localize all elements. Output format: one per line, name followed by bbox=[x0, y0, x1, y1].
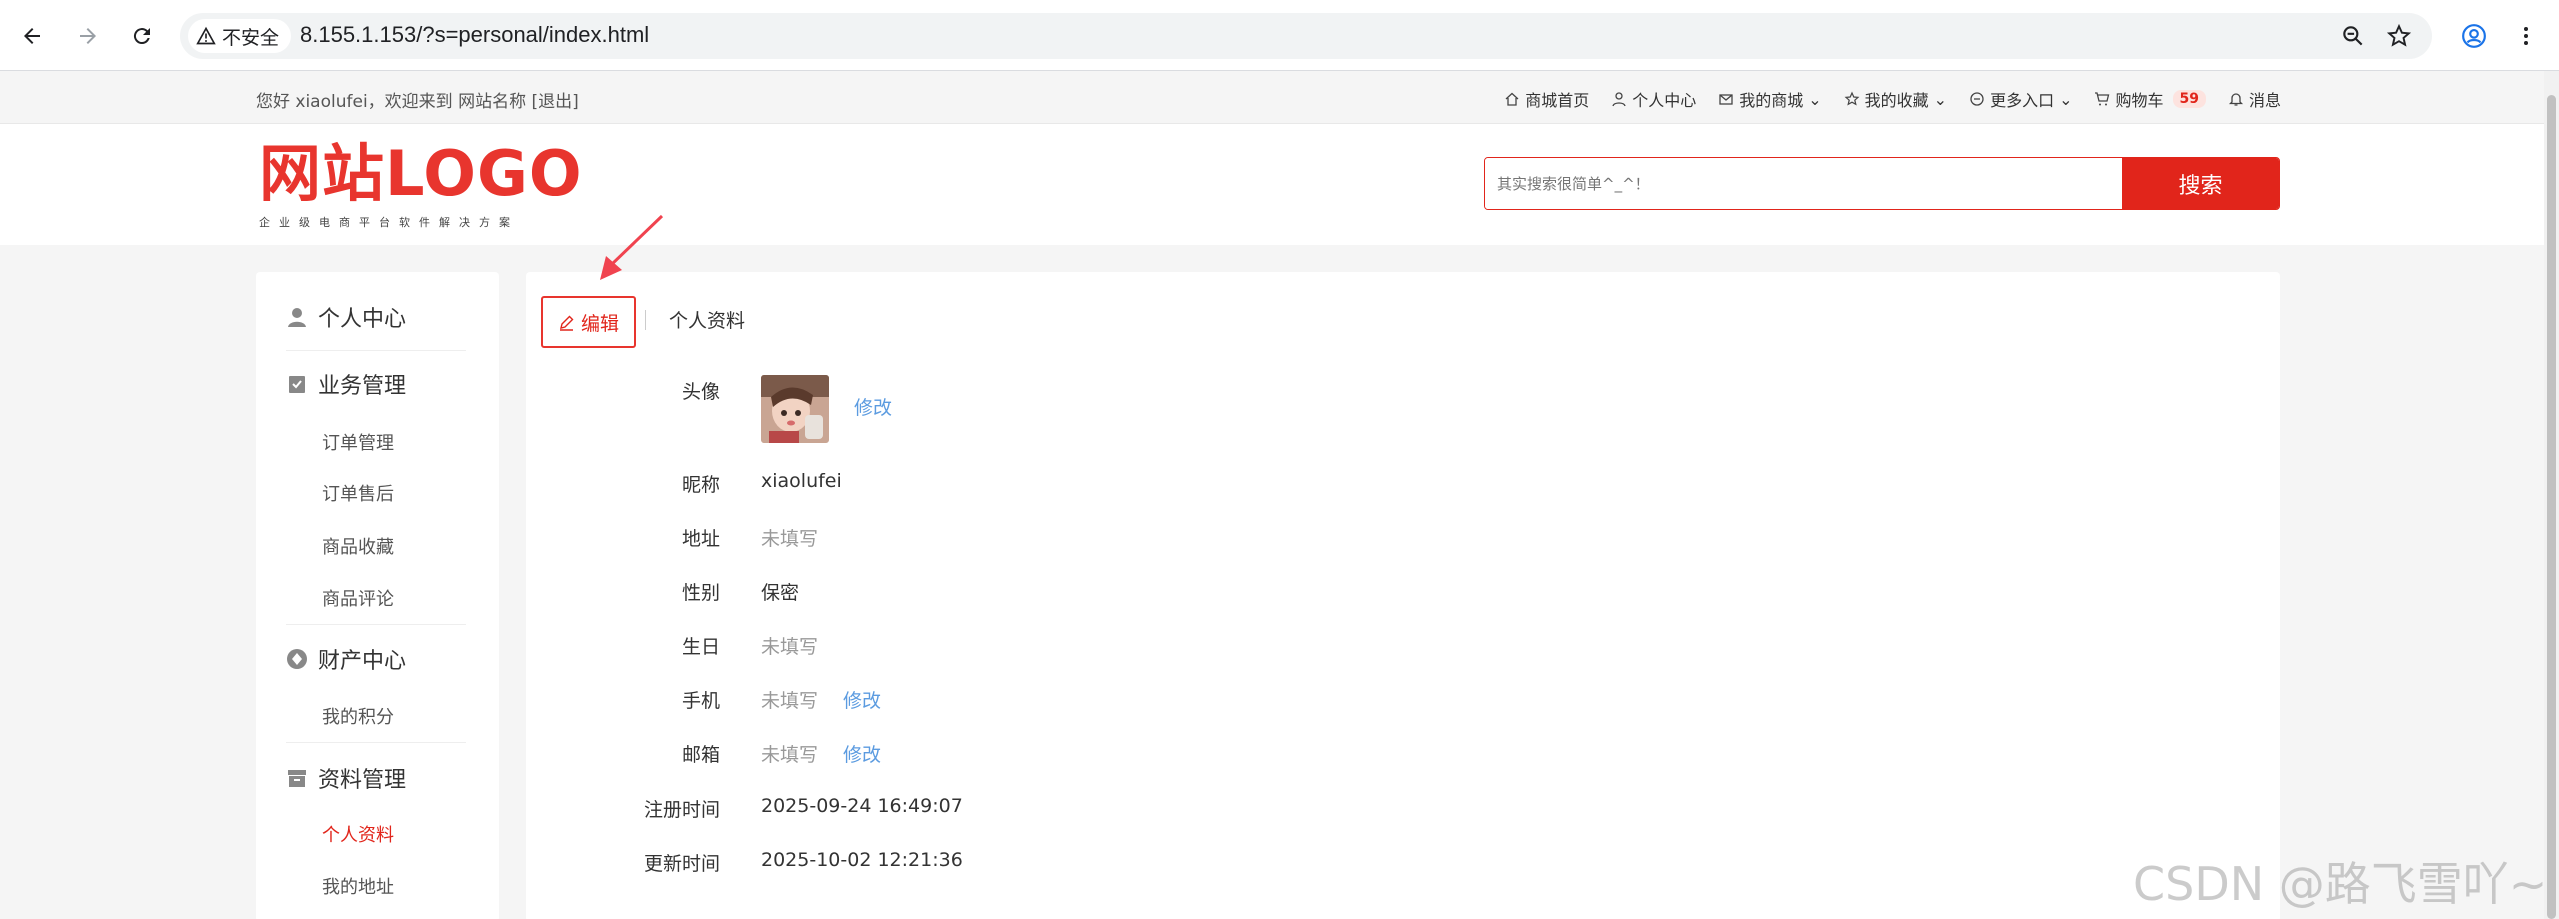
register-time-label: 注册时间 bbox=[643, 799, 720, 821]
sidebar-item-favorites[interactable]: 商品收藏 bbox=[322, 533, 394, 559]
tab-personal-info: 个人资料 bbox=[669, 310, 746, 332]
site-topbar: 您好 xiaolufei，欢迎来到 网站名称 [退出] 商城首页 个人中心 我的… bbox=[0, 71, 2544, 124]
divider bbox=[286, 624, 466, 625]
sidebar-heading-profile: 资料管理 bbox=[318, 768, 407, 793]
chevron-down-icon: ⌄ bbox=[2059, 89, 2073, 109]
clipboard-check-icon bbox=[289, 376, 305, 393]
edit-label: 编辑 bbox=[580, 312, 619, 335]
gender-label: 性别 bbox=[681, 582, 720, 604]
security-label: 不安全 bbox=[222, 26, 280, 49]
search-box: 搜索 bbox=[1484, 157, 2280, 210]
url-text[interactable]: 8.155.1.153/?s=personal/index.html bbox=[300, 22, 649, 48]
sidebar-group-business: 业务管理 bbox=[286, 369, 466, 399]
top-links: 商城首页 个人中心 我的商城 ⌄ 我的收藏 ⌄ 更多入口 ⌄ 购物车 59 消息 bbox=[1504, 87, 2281, 111]
divider bbox=[286, 742, 466, 743]
reload-icon[interactable] bbox=[124, 18, 160, 54]
bell-icon bbox=[2228, 93, 2244, 106]
address-value: 未填写 bbox=[761, 528, 819, 550]
top-link-label: 我的商城 bbox=[1739, 91, 1804, 110]
sidebar-group-profile: 资料管理 bbox=[286, 763, 466, 793]
birthday-value: 未填写 bbox=[761, 636, 819, 658]
zoom-icon[interactable] bbox=[2340, 23, 2366, 49]
chevron-down-icon: ⌄ bbox=[1933, 89, 1948, 109]
user-icon bbox=[288, 308, 306, 327]
update-time-label: 更新时间 bbox=[643, 853, 720, 875]
forward-icon[interactable] bbox=[70, 18, 106, 54]
arrow-annotation bbox=[600, 214, 664, 280]
search-input[interactable] bbox=[1485, 158, 2122, 209]
site-logo[interactable]: 网站LOGO 企业级电商平台软件解决方案 bbox=[259, 142, 583, 230]
more-icon[interactable] bbox=[2508, 18, 2544, 54]
sidebar-heading-personal: 个人中心 bbox=[318, 307, 407, 332]
watermark: CSDN @路飞雪吖~ bbox=[2133, 857, 2548, 911]
cart-count-badge: 59 bbox=[2172, 90, 2206, 108]
sidebar-item-reviews[interactable]: 商品评论 bbox=[322, 585, 394, 611]
nickname-label: 昵称 bbox=[681, 474, 720, 496]
chevron-down-icon: ⌄ bbox=[1808, 89, 1822, 109]
star-icon bbox=[1844, 91, 1860, 106]
home-icon bbox=[1505, 92, 1519, 106]
top-link-label: 我的收藏 bbox=[1864, 91, 1929, 110]
email-label: 邮箱 bbox=[681, 744, 720, 766]
top-link-more[interactable]: 更多入口 ⌄ bbox=[1969, 87, 2072, 111]
top-link-label: 购物车 bbox=[2115, 91, 2164, 110]
nickname-value: xiaolufei bbox=[761, 470, 842, 492]
address-label: 地址 bbox=[681, 528, 720, 550]
sidebar-heading-business: 业务管理 bbox=[318, 374, 407, 399]
top-link-label: 更多入口 bbox=[1990, 91, 2055, 110]
sidebar-item-address[interactable]: 我的地址 bbox=[322, 873, 394, 899]
sidebar-item-orders[interactable]: 订单管理 bbox=[322, 429, 394, 455]
top-link-label: 个人中心 bbox=[1632, 91, 1697, 110]
edit-button[interactable]: 编辑 bbox=[541, 296, 636, 348]
avatar bbox=[761, 375, 829, 443]
browser-toolbar: 不安全 8.155.1.153/?s=personal/index.html bbox=[0, 0, 2559, 71]
address-bar[interactable]: 不安全 8.155.1.153/?s=personal/index.html bbox=[180, 13, 2432, 59]
divider bbox=[645, 310, 646, 330]
email-modify-link[interactable]: 修改 bbox=[843, 740, 881, 767]
warning-icon bbox=[196, 26, 216, 45]
sidebar-group-personal[interactable]: 个人中心 bbox=[286, 302, 466, 332]
top-link-mall[interactable]: 我的商城 ⌄ bbox=[1718, 87, 1822, 111]
top-link-label: 商城首页 bbox=[1525, 91, 1590, 110]
search-button[interactable]: 搜索 bbox=[2122, 158, 2279, 209]
mail-icon bbox=[1719, 94, 1733, 105]
avatar-modify-link[interactable]: 修改 bbox=[854, 393, 892, 420]
top-link-favorites[interactable]: 我的收藏 ⌄ bbox=[1844, 87, 1947, 111]
finance-icon bbox=[287, 649, 307, 669]
phone-label: 手机 bbox=[681, 690, 720, 712]
sidebar-item-after-sales[interactable]: 订单售后 bbox=[322, 480, 394, 506]
email-value: 未填写 bbox=[761, 744, 819, 766]
archive-icon bbox=[288, 770, 306, 787]
gender-value: 保密 bbox=[761, 582, 800, 604]
sidebar-heading-finance: 财产中心 bbox=[318, 649, 407, 674]
edit-icon bbox=[559, 315, 574, 331]
welcome-text: 您好 xiaolufei，欢迎来到 网站名称 [退出] bbox=[256, 92, 579, 112]
more-circle-icon bbox=[1970, 92, 1984, 106]
top-link-cart[interactable]: 购物车 59 bbox=[2094, 87, 2206, 111]
logo-sub-text: 企业级电商平台软件解决方案 bbox=[259, 216, 519, 229]
update-time-value: 2025-10-02 12:21:36 bbox=[761, 849, 963, 871]
phone-modify-link[interactable]: 修改 bbox=[843, 686, 881, 713]
avatar-label: 头像 bbox=[681, 381, 720, 403]
divider bbox=[286, 350, 466, 351]
birthday-label: 生日 bbox=[681, 636, 720, 658]
phone-value: 未填写 bbox=[761, 690, 819, 712]
scrollbar-thumb[interactable] bbox=[2547, 95, 2556, 919]
star-icon[interactable] bbox=[2386, 23, 2412, 49]
top-link-messages[interactable]: 消息 bbox=[2228, 87, 2281, 111]
security-chip[interactable]: 不安全 bbox=[188, 19, 292, 53]
top-link-personal[interactable]: 个人中心 bbox=[1611, 87, 1696, 111]
register-time-value: 2025-09-24 16:49:07 bbox=[761, 795, 963, 817]
top-link-label: 消息 bbox=[2248, 91, 2281, 110]
sidebar-group-finance: 财产中心 bbox=[286, 644, 466, 674]
logo-main-text: 网站LOGO bbox=[259, 137, 583, 210]
back-icon[interactable] bbox=[14, 18, 50, 54]
sidebar-item-personal-info[interactable]: 个人资料 bbox=[322, 821, 394, 847]
cart-icon bbox=[2095, 92, 2110, 106]
sidebar-item-points[interactable]: 我的积分 bbox=[322, 703, 394, 729]
sidebar: 个人中心 业务管理 订单管理 订单售后 商品收藏 商品评论 财产中心 我的积分 … bbox=[256, 272, 499, 919]
top-link-home[interactable]: 商城首页 bbox=[1504, 87, 1589, 111]
profile-icon[interactable] bbox=[2456, 18, 2492, 54]
user-icon bbox=[1612, 92, 1626, 107]
